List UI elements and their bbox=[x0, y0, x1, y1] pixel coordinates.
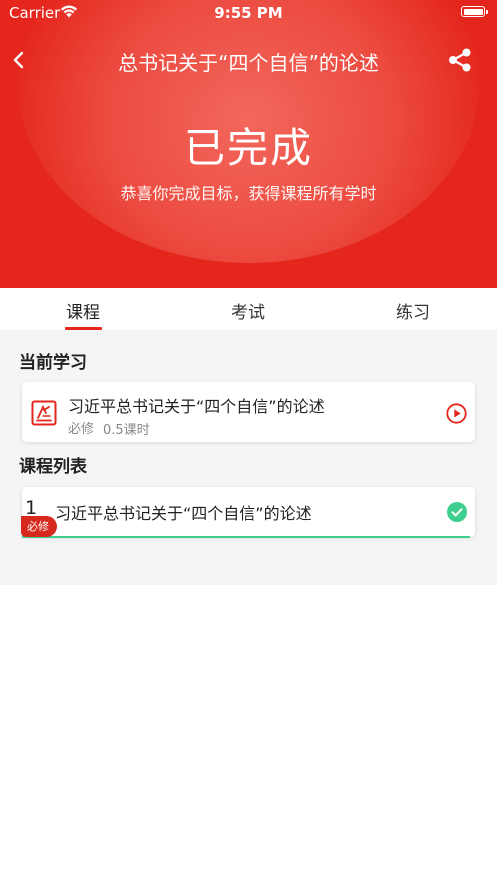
course-list-heading: 课程列表 bbox=[19, 457, 87, 477]
check-circle-icon bbox=[447, 502, 467, 522]
share-icon[interactable] bbox=[447, 47, 473, 73]
course-hours-label: 0.5课时 bbox=[103, 423, 150, 438]
book-icon bbox=[31, 400, 57, 426]
status-bar: Carrier 9:55 PM bbox=[0, 0, 497, 26]
tab-bar: 课程 考试 练习 bbox=[0, 288, 497, 330]
back-icon[interactable] bbox=[9, 48, 31, 72]
required-badge: 必修 bbox=[21, 516, 57, 537]
clock: 9:55 PM bbox=[214, 4, 283, 22]
current-course-title: 习近平总书记关于“四个自信”的论述 bbox=[68, 397, 325, 416]
course-content: 当前学习 习近平总书记关于“四个自信”的论述 必修 0.5课时 课程列表 1 习… bbox=[0, 330, 497, 585]
progress-bar bbox=[22, 536, 470, 538]
tab-practice[interactable]: 练习 bbox=[373, 298, 453, 323]
list-item-title: 习近平总书记关于“四个自信”的论述 bbox=[55, 504, 312, 523]
completion-status: 已完成 bbox=[184, 124, 313, 172]
tab-exams[interactable]: 考试 bbox=[208, 298, 288, 323]
battery-icon bbox=[461, 6, 488, 17]
current-course-card[interactable]: 习近平总书记关于“四个自信”的论述 必修 0.5课时 bbox=[22, 382, 475, 442]
current-study-heading: 当前学习 bbox=[19, 353, 87, 373]
tab-courses[interactable]: 课程 bbox=[43, 298, 123, 323]
list-item[interactable]: 1 习近平总书记关于“四个自信”的论述 必修 bbox=[21, 487, 475, 538]
play-icon[interactable] bbox=[446, 403, 467, 424]
completion-message: 恭喜你完成目标，获得课程所有学时 bbox=[120, 184, 377, 203]
header-banner: Carrier 9:55 PM 总书记关于“四个自信”的论述 已完成 恭喜你完成… bbox=[0, 0, 497, 288]
page-title: 总书记关于“四个自信”的论述 bbox=[118, 51, 379, 75]
course-type-label: 必修 bbox=[68, 422, 95, 437]
